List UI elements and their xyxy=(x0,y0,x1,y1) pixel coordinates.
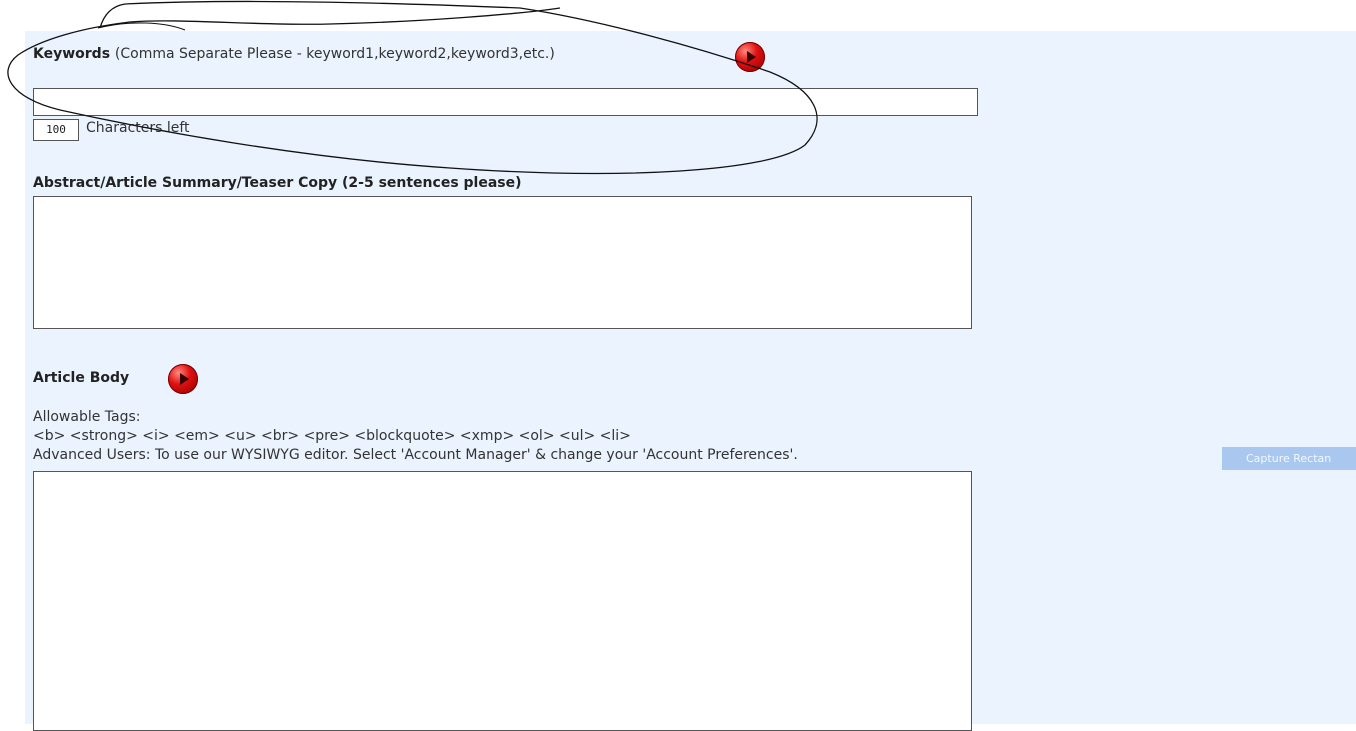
abstract-label: Abstract/Article Summary/Teaser Copy (2-… xyxy=(33,175,522,191)
characters-left-label: Characters left xyxy=(86,120,190,136)
article-body-label: Article Body xyxy=(33,370,130,386)
article-body-textarea[interactable] xyxy=(33,471,972,731)
play-icon xyxy=(180,373,189,385)
keywords-char-counter: 100 xyxy=(33,119,79,141)
capture-rectangle-button[interactable]: Capture Rectan xyxy=(1222,447,1356,470)
keywords-help-button[interactable] xyxy=(735,42,765,72)
keywords-hint: (Comma Separate Please - keyword1,keywor… xyxy=(114,46,555,62)
allowable-tags-label: Allowable Tags: xyxy=(33,409,141,425)
play-icon xyxy=(747,51,756,63)
abstract-textarea[interactable] xyxy=(33,196,972,329)
allowable-tags-list: <b> <strong> <i> <em> <u> <br> <pre> <bl… xyxy=(33,428,631,444)
keywords-input[interactable] xyxy=(33,88,978,116)
keywords-label: Keywords xyxy=(33,46,111,62)
keywords-heading: Keywords (Comma Separate Please - keywor… xyxy=(33,46,555,62)
advanced-users-note: Advanced Users: To use our WYSIWYG edito… xyxy=(33,447,798,463)
article-body-help-button[interactable] xyxy=(168,364,198,394)
